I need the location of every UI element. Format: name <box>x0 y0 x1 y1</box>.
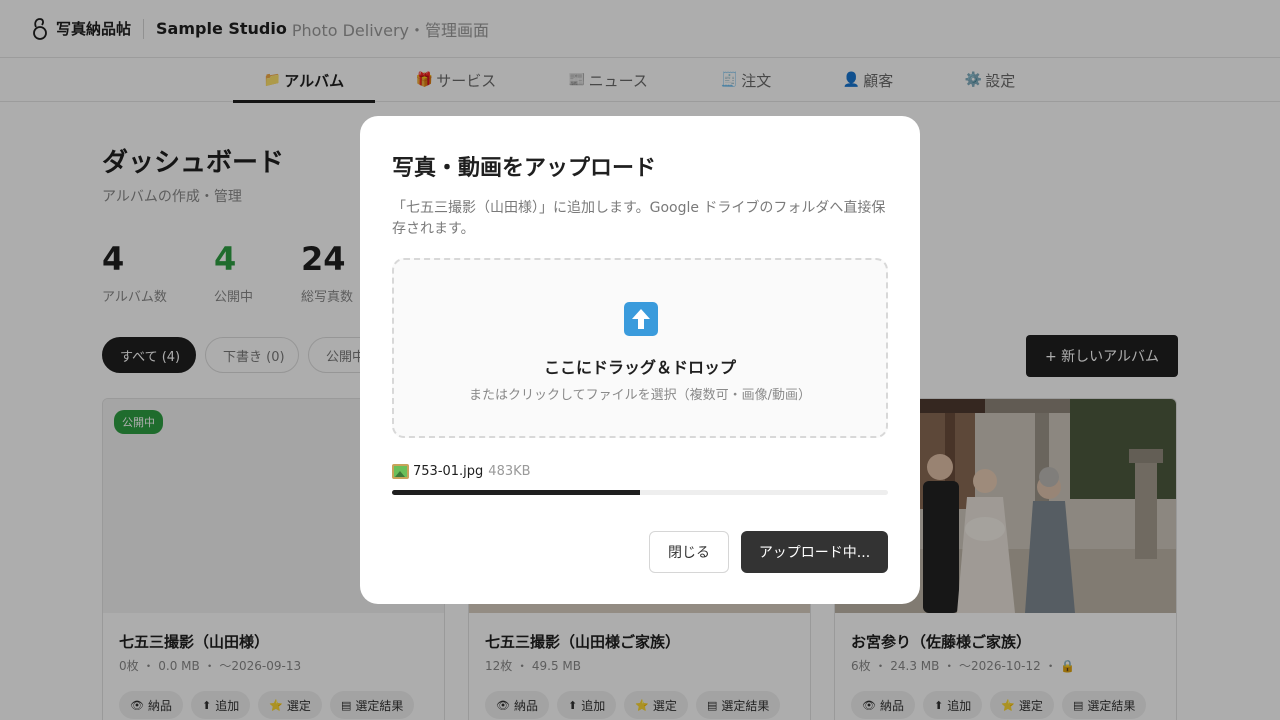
file-name: 753-01.jpg <box>413 464 484 479</box>
dropzone-hint: またはクリックしてファイルを選択（複数可・画像/動画） <box>469 388 811 403</box>
dialog-title: 写真・動画をアップロード <box>392 156 657 181</box>
file-size: 483KB <box>488 464 531 479</box>
file-dropzone[interactable]: ここにドラッグ＆ドロップ またはクリックしてファイルを選択（複数可・画像/動画） <box>392 258 888 438</box>
dropzone-title: ここにドラッグ＆ドロップ <box>543 358 736 377</box>
upload-arrow-icon <box>624 302 658 336</box>
upload-dialog: 写真・動画をアップロード 「七五三撮影（山田様）」に追加します。Google ド… <box>360 116 920 604</box>
dialog-description: 「七五三撮影（山田様）」に追加します。Google ドライブのフォルダへ直接保存… <box>392 200 886 237</box>
upload-progress-fill <box>392 490 640 495</box>
upload-button[interactable]: アップロード中... <box>741 531 888 573</box>
upload-progress-bar <box>392 490 888 495</box>
close-button[interactable]: 閉じる <box>649 531 729 573</box>
upload-file-item: 753-01.jpg 483KB <box>392 464 531 479</box>
image-file-icon <box>392 464 409 479</box>
